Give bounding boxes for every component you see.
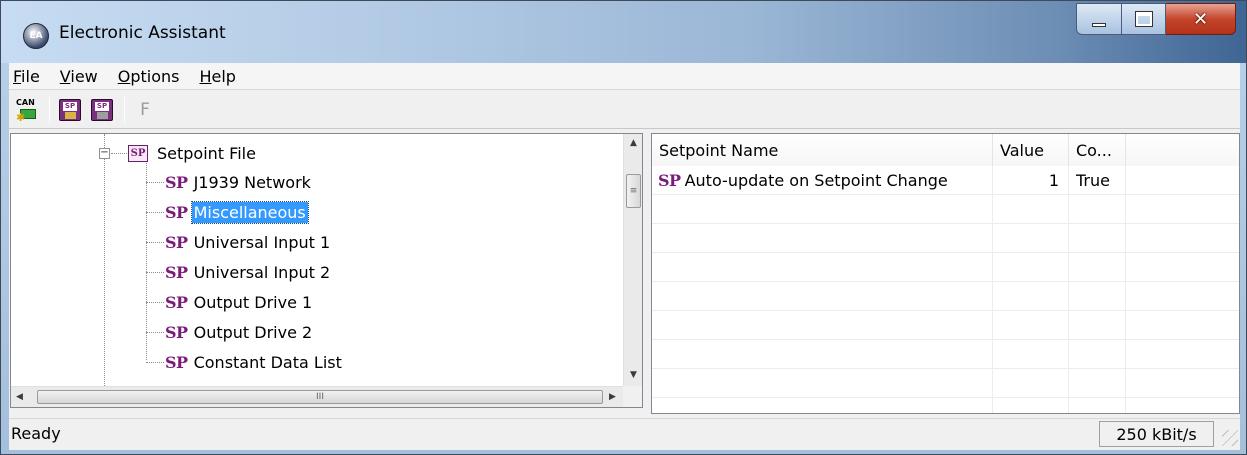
can-network-icon: CAN ✱ xyxy=(16,97,36,124)
open-setpoint-button[interactable]: SP xyxy=(56,96,84,124)
setpoint-icon: SP xyxy=(658,171,681,190)
tree-item[interactable]: SP Output Drive 1 xyxy=(165,290,314,314)
horizontal-scroll-thumb[interactable]: III xyxy=(37,390,603,404)
minimize-button[interactable] xyxy=(1076,3,1122,35)
tree-item-label: J1939 Network xyxy=(193,172,311,192)
setpoint-co-cell: True xyxy=(1076,171,1110,190)
setpoint-name-cell: SP Auto-update on Setpoint Change xyxy=(658,166,948,195)
maximize-icon xyxy=(1134,11,1153,27)
resize-grip-icon[interactable] xyxy=(1222,430,1238,446)
menu-help-mnemonic: H xyxy=(199,66,212,86)
baud-rate-panel: 250 kBit/s xyxy=(1099,421,1214,447)
status-text: Ready xyxy=(11,424,61,443)
tree-item[interactable]: SP J1939 Network xyxy=(165,170,313,194)
close-icon: ✕ xyxy=(1192,8,1209,30)
vertical-scroll-thumb[interactable]: ≡ xyxy=(626,174,641,208)
menu-file-mnemonic: F xyxy=(13,66,22,86)
window-title: Electronic Assistant xyxy=(59,23,226,43)
status-bar: Ready 250 kBit/s xyxy=(9,418,1240,448)
tree-item[interactable]: SP Constant Data List xyxy=(165,350,344,374)
empty-row xyxy=(652,282,1239,311)
menu-view-label: iew xyxy=(70,66,98,86)
title-bar[interactable]: EA Electronic Assistant ✕ xyxy=(1,1,1246,63)
save-setpoint-icon-text: SP xyxy=(95,101,109,111)
tree-item-label: Output Drive 1 xyxy=(193,292,313,312)
app-window: EA Electronic Assistant ✕ File View Opti… xyxy=(0,0,1247,455)
scroll-left-icon[interactable]: ◀ xyxy=(11,387,28,407)
tree-item[interactable]: SP Universal Input 2 xyxy=(165,260,332,284)
scroll-right-icon[interactable]: ▶ xyxy=(604,387,621,407)
setpoint-group-icon: SP xyxy=(165,232,188,252)
setpoint-tree-pane: − SP Setpoint File SP J1939 Network SP Misc… xyxy=(10,133,643,408)
setpoint-group-icon: SP xyxy=(165,172,188,192)
caption-buttons: ✕ xyxy=(1076,3,1236,35)
menu-file-label: ile xyxy=(21,66,40,86)
client-area: File View Options Help CAN ✱ SP SP F − S… xyxy=(9,63,1240,450)
setpoint-group-icon: SP xyxy=(165,202,188,222)
toolbar-separator xyxy=(124,96,125,123)
save-setpoint-icon: SP xyxy=(91,98,113,121)
save-setpoint-button[interactable]: SP xyxy=(88,96,116,124)
setpoint-tree[interactable]: − SP Setpoint File SP J1939 Network SP Misc… xyxy=(11,134,623,386)
column-header-blank xyxy=(1126,134,1239,166)
setpoint-list-pane: Setpoint Name Value Co... SP Auto-update … xyxy=(651,133,1240,414)
empty-row xyxy=(652,369,1239,398)
flash-icon: F xyxy=(140,99,150,120)
menu-help[interactable]: Help xyxy=(189,67,245,86)
setpoint-name: Auto-update on Setpoint Change xyxy=(684,171,948,190)
app-icon[interactable]: EA xyxy=(23,23,49,49)
setpoint-file-icon: SP xyxy=(128,144,148,162)
menu-file[interactable]: File xyxy=(9,67,50,86)
can-icon-text: CAN xyxy=(16,97,35,107)
scroll-down-icon[interactable]: ▼ xyxy=(624,366,643,383)
table-row[interactable]: SP Auto-update on Setpoint Change 1 True xyxy=(652,166,1239,195)
tree-item-label: Output Drive 2 xyxy=(193,322,313,342)
setpoint-group-icon: SP xyxy=(165,322,188,342)
tree-item-label: Universal Input 1 xyxy=(193,232,331,252)
menu-options[interactable]: Options xyxy=(108,67,190,86)
column-header-value[interactable]: Value xyxy=(993,134,1069,166)
open-setpoint-icon-text: SP xyxy=(63,101,77,111)
tree-item[interactable]: SP Universal Input 1 xyxy=(165,230,332,254)
empty-row xyxy=(652,340,1239,369)
minimize-icon xyxy=(1092,23,1106,27)
empty-row xyxy=(652,311,1239,340)
menu-help-label: elp xyxy=(211,66,236,86)
menu-bar: File View Options Help xyxy=(9,63,1240,90)
menu-options-label: ptions xyxy=(130,66,180,86)
tree-item-label: Constant Data List xyxy=(193,352,342,372)
toolbar-separator xyxy=(49,96,50,123)
empty-row xyxy=(652,195,1239,224)
tree-item-label: Miscellaneous xyxy=(190,200,309,224)
empty-row xyxy=(652,253,1239,282)
menu-view[interactable]: View xyxy=(50,67,108,86)
setpoint-group-icon: SP xyxy=(165,352,188,372)
tree-root-setpoint-file[interactable]: SP Setpoint File xyxy=(128,141,258,165)
tree-item-label: Universal Input 2 xyxy=(193,262,331,282)
close-button[interactable]: ✕ xyxy=(1166,3,1236,35)
menu-view-mnemonic: V xyxy=(59,66,71,86)
flash-button[interactable]: F xyxy=(131,96,159,124)
scroll-up-icon[interactable]: ▲ xyxy=(624,134,643,151)
list-header: Setpoint Name Value Co... xyxy=(652,134,1239,166)
tree-item[interactable]: SP Output Drive 2 xyxy=(165,320,314,344)
open-setpoint-icon: SP xyxy=(59,98,81,121)
setpoint-group-icon: SP xyxy=(165,262,188,282)
column-header-co[interactable]: Co... xyxy=(1069,134,1126,166)
collapse-toggle[interactable]: − xyxy=(99,148,110,159)
tree-vertical-scrollbar[interactable]: ▲ ≡ ▼ xyxy=(623,134,642,386)
toolbar: CAN ✱ SP SP F xyxy=(9,91,1240,129)
tree-root-label: Setpoint File xyxy=(157,143,256,163)
menu-options-mnemonic: O xyxy=(117,66,131,86)
empty-row xyxy=(652,224,1239,253)
setpoint-value-cell: 1 xyxy=(1048,171,1059,190)
can-connect-button[interactable]: CAN ✱ xyxy=(13,96,41,124)
column-header-setpoint-name[interactable]: Setpoint Name xyxy=(652,134,993,166)
tree-item[interactable]: SP Miscellaneous xyxy=(165,200,309,224)
scroll-corner xyxy=(623,386,642,407)
setpoint-group-icon: SP xyxy=(165,292,188,312)
maximize-button[interactable] xyxy=(1122,3,1166,35)
tree-horizontal-scrollbar[interactable]: ◀ III ▶ xyxy=(11,386,623,407)
